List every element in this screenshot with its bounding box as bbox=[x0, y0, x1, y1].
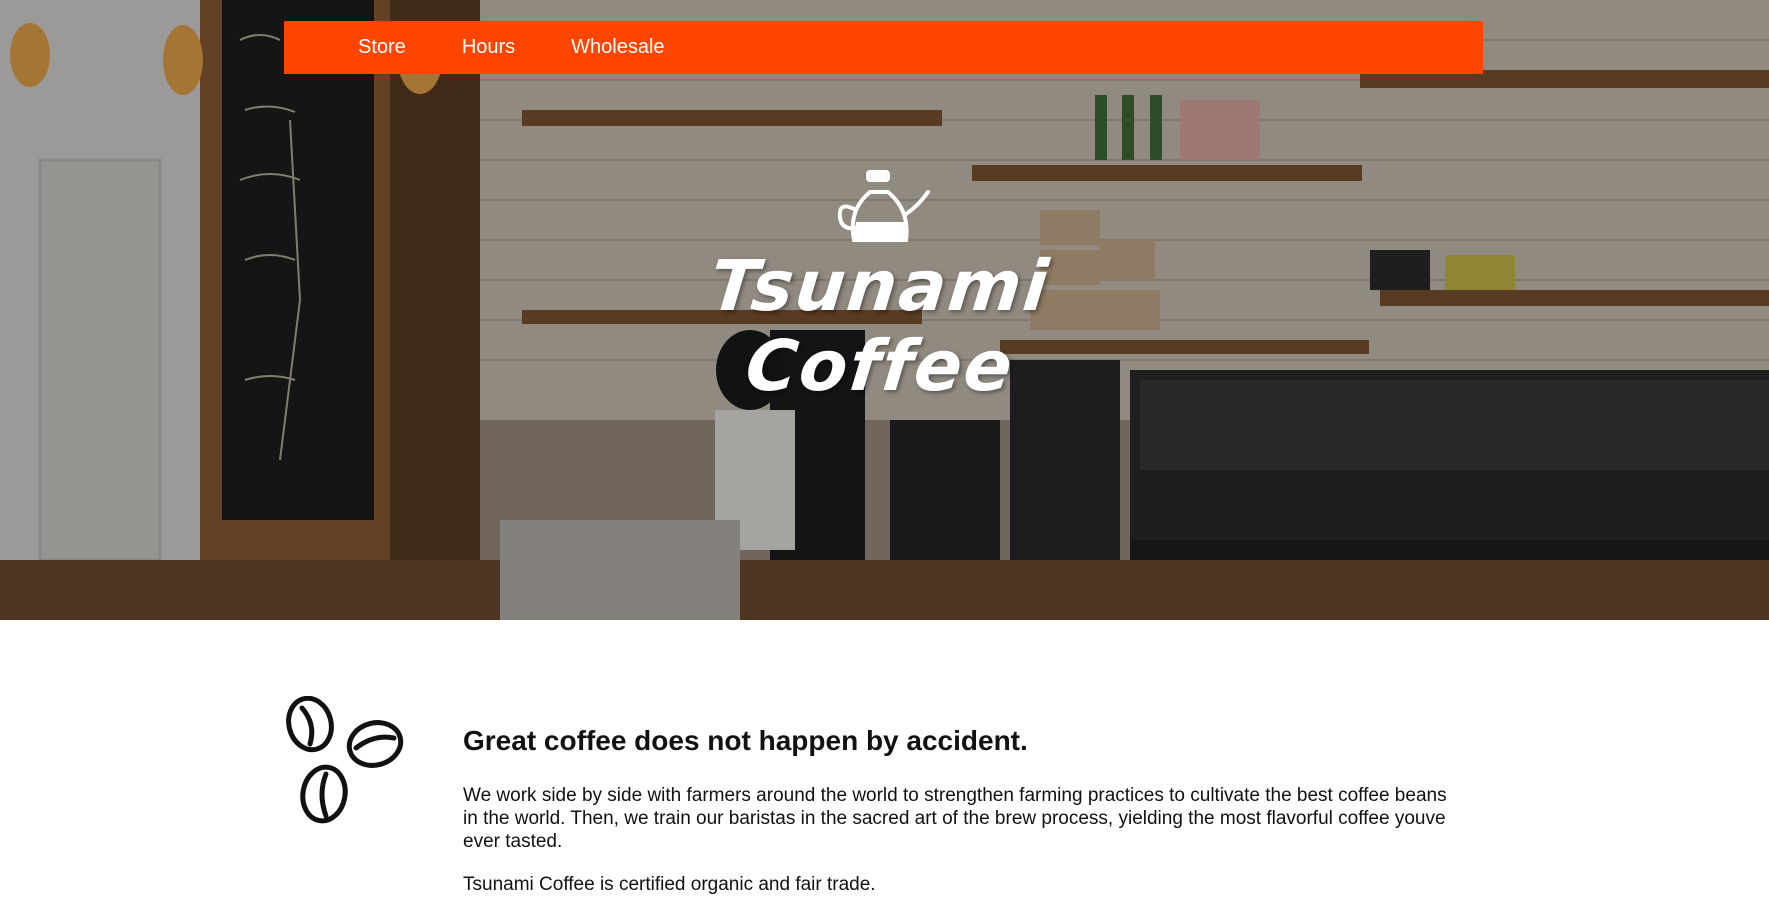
logo-line-1: Tsunami bbox=[706, 245, 1054, 327]
nav-link-wholesale[interactable]: Wholesale bbox=[571, 36, 664, 59]
intro-paragraph: We work side by side with farmers around… bbox=[463, 785, 1447, 852]
site-logo: Tsunami Coffee bbox=[700, 170, 1060, 410]
nav-link-hours[interactable]: Hours bbox=[462, 36, 515, 59]
nav-link-store[interactable]: Store bbox=[358, 36, 406, 59]
certification-paragraph: Tsunami Coffee is certified organic and … bbox=[463, 874, 876, 895]
hero-section: Store Hours Wholesale Tsunami Coffee bbox=[0, 0, 1769, 620]
coffee-beans-icon bbox=[286, 696, 404, 824]
kettle-icon bbox=[837, 170, 930, 242]
top-navbar: Store Hours Wholesale bbox=[284, 21, 1483, 74]
intro-headline: Great coffee does not happen by accident… bbox=[463, 725, 1028, 756]
intro-text-block: Great coffee does not happen by accident… bbox=[463, 722, 1448, 916]
logo-line-2: Coffee bbox=[742, 325, 1018, 407]
